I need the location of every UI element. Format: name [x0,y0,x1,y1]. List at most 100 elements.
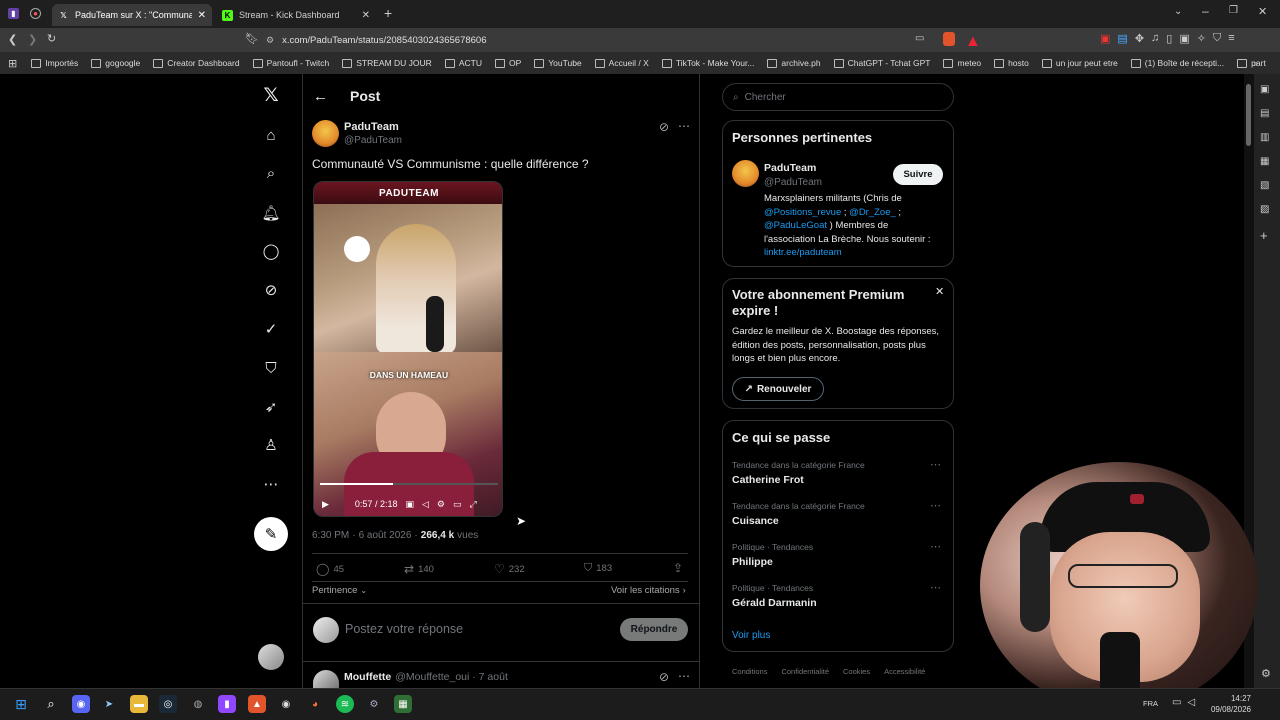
bio-mention-link[interactable]: @Positions_revue [764,207,841,218]
new-tab-button[interactable]: + [384,5,392,21]
reload-icon[interactable]: ↻ [47,32,56,45]
scrollbar-thumb[interactable] [1246,84,1251,146]
clock[interactable]: 14:27 09/08/2026 [1207,693,1251,715]
obs-icon[interactable]: ◉ [277,695,295,713]
bookmark-page-icon[interactable]: 🔖︎ [245,32,259,45]
close-window-button[interactable]: ✕ [1258,5,1267,18]
tab-list-icon[interactable]: ⌄ [1174,6,1182,17]
account-avatar[interactable] [258,644,284,670]
search-box[interactable]: ⌕ Chercher [722,83,954,111]
reply-author-name[interactable]: Mouffette [344,671,391,683]
bio-mention-link[interactable]: @PaduLeGoat [764,220,827,231]
taskbar-search-icon[interactable]: ⌕ [42,695,60,713]
bookmark-action[interactable]: ⛉ 183 [584,562,612,575]
windows-start-icon[interactable]: ⊞ [12,695,30,713]
twitch-icon[interactable]: ▮ [8,8,19,19]
bookmark-item[interactable]: Creator Dashboard [153,58,240,68]
firefox-icon[interactable]: ◕ [306,695,324,713]
trend-name[interactable]: Catherine Frot [732,474,804,486]
reply-input[interactable]: Postez votre réponse [345,622,463,636]
media-icon[interactable]: ♫ [1151,32,1159,45]
bookmark-item[interactable]: un jour peut etre [1041,58,1118,68]
sidebar-panel-icon[interactable]: ▣ [1260,84,1269,95]
bookmark-item[interactable]: hosto [994,58,1029,68]
pip-icon[interactable]: ▭ [453,499,462,510]
bookmark-item[interactable]: TikTok - Make Your... [661,58,754,68]
extension-icon[interactable]: ▤ [1117,32,1127,45]
app-icon[interactable]: ◍ [189,695,207,713]
network-icon[interactable]: ▭ [1172,697,1181,708]
tab-paduteam[interactable]: 𝕏 PaduTeam sur X : "Communa ✕ [52,4,212,26]
captions-icon[interactable]: ▣ [405,499,414,510]
volume-icon[interactable]: ◁ [1187,697,1195,708]
forward-icon[interactable]: ❯ [28,33,37,46]
history-icon[interactable]: ▥ [1260,132,1269,143]
url-field[interactable]: ⚙ x.com/PaduTeam/status/2085403024365678… [266,31,986,49]
reply-author-handle[interactable]: @Mouffette_oui · 7 août [395,671,508,683]
sidebar-toggle-icon[interactable]: ▯ [1166,32,1172,45]
trend-more-icon[interactable]: ⋯ [930,540,941,553]
settings-app-icon[interactable]: ⚙ [365,695,383,713]
trend-more-icon[interactable]: ⋯ [930,581,941,594]
relevant-name[interactable]: PaduTeam [764,162,816,174]
post-time[interactable]: 6:30 PM [312,530,349,541]
wallet-icon[interactable]: ▣ [1179,32,1189,45]
brave-shields-icon[interactable] [943,32,955,46]
bookmark-item[interactable]: archive.ph [767,58,821,68]
language-indicator[interactable]: FRA [1143,699,1158,708]
trends-more-link[interactable]: Voir plus [732,630,770,641]
bookmark-item[interactable]: OP [494,58,521,68]
play-icon[interactable]: ▶ [322,499,329,510]
bookmark-item[interactable]: Importés [31,58,78,68]
volume-icon[interactable]: ◁ [422,499,429,510]
bookmark-item[interactable]: Pantoufl - Twitch [252,58,329,68]
home-icon[interactable]: ⌂ [262,126,280,144]
cast-icon[interactable]: ▭ [915,33,924,44]
messages-icon[interactable]: ◯ [262,242,280,260]
maximize-button[interactable]: ❐ [1229,5,1238,16]
compose-post-button[interactable]: ✎ [254,517,288,551]
bookmark-item[interactable]: gogoogle [91,58,140,68]
trend-name[interactable]: Philippe [732,556,773,568]
spotify-icon[interactable]: ≋ [336,695,354,713]
trend-name[interactable]: Cuisance [732,515,779,527]
x-logo-icon[interactable]: 𝕏 [262,85,280,106]
vpn-icon[interactable]: ⛉ [1213,32,1221,45]
profile-icon[interactable]: ♙ [262,436,280,454]
twitch-app-icon[interactable]: ▮ [218,695,236,713]
extension-icon[interactable]: ▣ [1100,32,1110,45]
steam-icon[interactable]: ◎ [159,695,177,713]
relevant-handle[interactable]: @PaduTeam [764,177,822,188]
follow-button[interactable]: Suivre [893,164,943,185]
back-arrow-icon[interactable]: ← [313,88,328,105]
bookmark-item[interactable]: Accueil / X [594,58,649,68]
sort-dropdown[interactable]: Pertinence ⌄ [312,585,367,596]
add-panel-icon[interactable]: + [1260,228,1269,243]
apps-grid-icon[interactable]: ⊞ [8,57,17,70]
bookmark-item[interactable]: meteo [943,58,981,68]
grok-explain-icon[interactable]: ⊘ [659,670,669,684]
bio-mention-link[interactable]: @Dr_Zoe_ [849,207,896,218]
discord-icon[interactable]: ◉ [72,695,90,713]
trend-more-icon[interactable]: ⋯ [930,458,941,471]
tab-kick[interactable]: K Stream - Kick Dashboard ✕ [216,4,376,26]
bookmarks-panel-icon[interactable]: ▨ [1260,204,1269,215]
trend-more-icon[interactable]: ⋯ [930,499,941,512]
menu-icon[interactable]: ≡ [1228,32,1234,45]
bookmark-item[interactable]: part [1237,58,1266,68]
settings-icon[interactable]: ⚙ [437,499,445,510]
file-explorer-icon[interactable]: ▬ [130,695,148,713]
relevant-avatar[interactable] [732,160,759,187]
grok-explain-icon[interactable]: ⊘ [659,120,669,134]
record-icon[interactable]: ● [30,8,41,19]
close-icon[interactable]: ✕ [935,285,944,298]
repost-action[interactable]: ⇄ 140 [404,562,434,576]
reply-button[interactable]: Répondre [620,618,688,641]
share-icon[interactable]: ⇪ [673,561,683,575]
author-name[interactable]: PaduTeam [344,121,399,133]
grok-icon[interactable]: ⊘ [262,281,280,299]
jobs-rocket-icon[interactable]: ➶ [262,398,280,416]
close-tab-icon[interactable]: ✕ [362,10,370,21]
notes-icon[interactable]: ▦ [1260,156,1269,167]
sidebar-settings-icon[interactable]: ⚙ [1261,667,1271,680]
